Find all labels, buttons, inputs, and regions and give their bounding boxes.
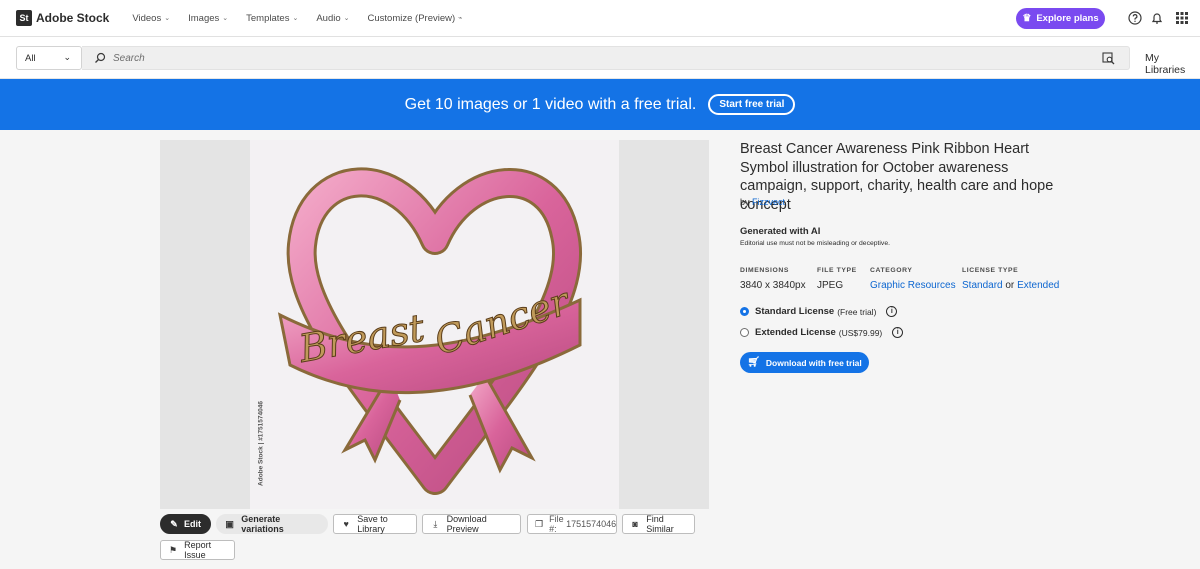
find-similar-label: Find Similar — [646, 514, 674, 534]
generate-variations-label: Generate variations — [241, 514, 284, 534]
adobe-stock-logo[interactable]: St Adobe Stock — [16, 10, 109, 26]
meta-category: CATEGORY Graphic Resources — [870, 267, 956, 291]
info-icon[interactable]: i — [886, 306, 898, 317]
pencil-icon: ✎ — [170, 518, 178, 529]
meta-license-type: LICENSE TYPE Standard or Extended — [962, 267, 1059, 291]
start-free-trial-button[interactable]: Start free trial — [708, 94, 796, 115]
image-credit: Adobe Stock | #1751574046 — [257, 401, 265, 486]
extended-license-radio[interactable] — [740, 328, 749, 337]
free-trial-banner: Get 10 images or 1 video with a free tri… — [0, 79, 1200, 130]
file-number-button[interactable]: ❐ File #: 1751574046 — [527, 514, 617, 534]
logo-mark: St — [16, 10, 32, 26]
crown-icon: ♛ — [1022, 13, 1032, 24]
chevron-down-icon: ⌄ — [63, 52, 71, 62]
info-icon[interactable]: i — [892, 327, 904, 338]
apps-grid-icon[interactable] — [1175, 11, 1189, 25]
nav-videos-label: Videos — [132, 12, 162, 24]
nav-images-label: Images — [188, 12, 220, 24]
license-type-label: LICENSE TYPE — [962, 267, 1019, 274]
extended-license-link[interactable]: Extended — [1017, 280, 1059, 291]
visual-search-icon[interactable] — [1102, 52, 1115, 65]
filetype-value: JPEG — [817, 280, 844, 291]
camera-icon: ◙ — [632, 519, 638, 529]
download-with-free-trial-button[interactable]: 🛒︎ Download with free trial — [740, 352, 869, 373]
copy-icon: ❐ — [535, 518, 544, 529]
meta-filetype: FILE TYPE JPEG — [817, 267, 857, 291]
file-number-prefix: File #: — [549, 514, 564, 534]
asset-image[interactable]: Breast Cancer Adobe Stock | #1751574046 — [250, 140, 619, 509]
cart-icon: 🛒︎ — [747, 357, 760, 368]
search-icon — [95, 52, 106, 63]
chevron-down-icon: ⌄ — [222, 15, 229, 22]
standard-license-name: Standard License — [755, 306, 835, 317]
file-number-value: 1751574046 — [566, 519, 617, 529]
nav-customize[interactable]: Customize (Preview) ⌁ — [368, 13, 463, 24]
dimensions-label: DIMENSIONS — [740, 267, 790, 274]
nav-images[interactable]: Images ⌄ — [188, 13, 228, 24]
pink-ribbon-heart-illustration: Breast Cancer — [277, 167, 582, 495]
asset-title: Breast Cancer Awareness Pink Ribbon Hear… — [740, 141, 1054, 213]
bell-icon[interactable] — [1150, 11, 1164, 25]
report-issue-label: Report Issue — [184, 540, 212, 560]
sparkle-icon: ⌁ — [458, 15, 463, 22]
extended-license-name: Extended License — [755, 327, 836, 338]
meta-dimensions: DIMENSIONS 3840 x 3840px — [740, 267, 806, 291]
extended-license-option[interactable]: Extended License (US$79.99) i — [740, 327, 904, 338]
nav-audio[interactable]: Audio ⌄ — [316, 13, 349, 24]
nav-audio-label: Audio — [316, 12, 341, 24]
search-filter-select[interactable]: All ⌄ — [16, 46, 82, 70]
standard-license-option[interactable]: Standard License (Free trial) i — [740, 306, 898, 317]
author-link[interactable]: Fizzvect — [752, 197, 785, 207]
standard-license-detail: (Free trial) — [837, 306, 877, 317]
help-icon[interactable] — [1128, 11, 1142, 25]
logo-text: Adobe Stock — [36, 11, 110, 25]
generated-with-ai-note: Editorial use must not be misleading or … — [740, 240, 890, 247]
byline: by Fizzvect — [740, 197, 785, 207]
nav-templates-label: Templates — [246, 12, 290, 24]
explore-plans-label: Explore plans — [1036, 13, 1099, 24]
nav-customize-label: Customize (Preview) — [367, 12, 456, 24]
filetype-label: FILE TYPE — [817, 267, 857, 274]
search-row: All ⌄ Search — [0, 37, 1200, 79]
generate-variations-button[interactable]: ▣ Generate variations — [216, 514, 328, 534]
save-to-library-button[interactable]: ♥ Save to Library — [333, 514, 417, 534]
standard-license-radio[interactable] — [740, 307, 749, 316]
nav-templates[interactable]: Templates ⌄ — [246, 13, 298, 24]
heart-icon: ♥ — [343, 519, 349, 529]
search-filter-value: All — [25, 52, 36, 64]
banner-text: Get 10 images or 1 video with a free tri… — [404, 95, 697, 113]
my-libraries-link[interactable]: My Libraries — [1145, 52, 1200, 76]
edit-label: Edit — [184, 519, 201, 529]
asset-preview: Breast Cancer Adobe Stock | #1751574046 — [160, 140, 709, 509]
dimensions-value: 3840 x 3840px — [740, 280, 806, 291]
download-with-free-trial-label: Download with free trial — [765, 357, 862, 368]
image-sparkle-icon: ▣ — [225, 518, 234, 529]
standard-license-link[interactable]: Standard — [962, 280, 1003, 291]
download-preview-label: Download Preview — [446, 514, 487, 534]
nav-menu: Videos ⌄ Images ⌄ Templates ⌄ Audio ⌄ Custom… — [132, 13, 480, 24]
category-link[interactable]: Graphic Resources — [870, 280, 956, 291]
flag-icon: ⚑ — [169, 544, 178, 555]
chevron-down-icon: ⌄ — [164, 15, 171, 22]
find-similar-button[interactable]: ◙ Find Similar — [622, 514, 695, 534]
edit-button[interactable]: ✎ Edit — [160, 514, 211, 534]
chevron-down-icon: ⌄ — [292, 15, 299, 22]
license-or: or — [1005, 280, 1015, 291]
download-preview-button[interactable]: ⤓ Download Preview — [422, 514, 521, 534]
extended-license-detail: (US$79.99) — [838, 327, 883, 338]
save-to-library-label: Save to Library — [357, 514, 388, 534]
chevron-down-icon: ⌄ — [343, 15, 350, 22]
search-input[interactable]: Search — [82, 46, 1130, 70]
report-issue-button[interactable]: ⚑ Report Issue — [160, 540, 235, 560]
search-placeholder: Search — [113, 52, 145, 64]
nav-videos[interactable]: Videos ⌄ — [132, 13, 170, 24]
download-icon: ⤓ — [433, 518, 438, 529]
explore-plans-button[interactable]: ♛ Explore plans — [1016, 8, 1105, 29]
by-prefix: by — [740, 197, 750, 207]
generated-with-ai-label: Generated with AI — [740, 226, 821, 237]
category-label: CATEGORY — [870, 267, 913, 274]
